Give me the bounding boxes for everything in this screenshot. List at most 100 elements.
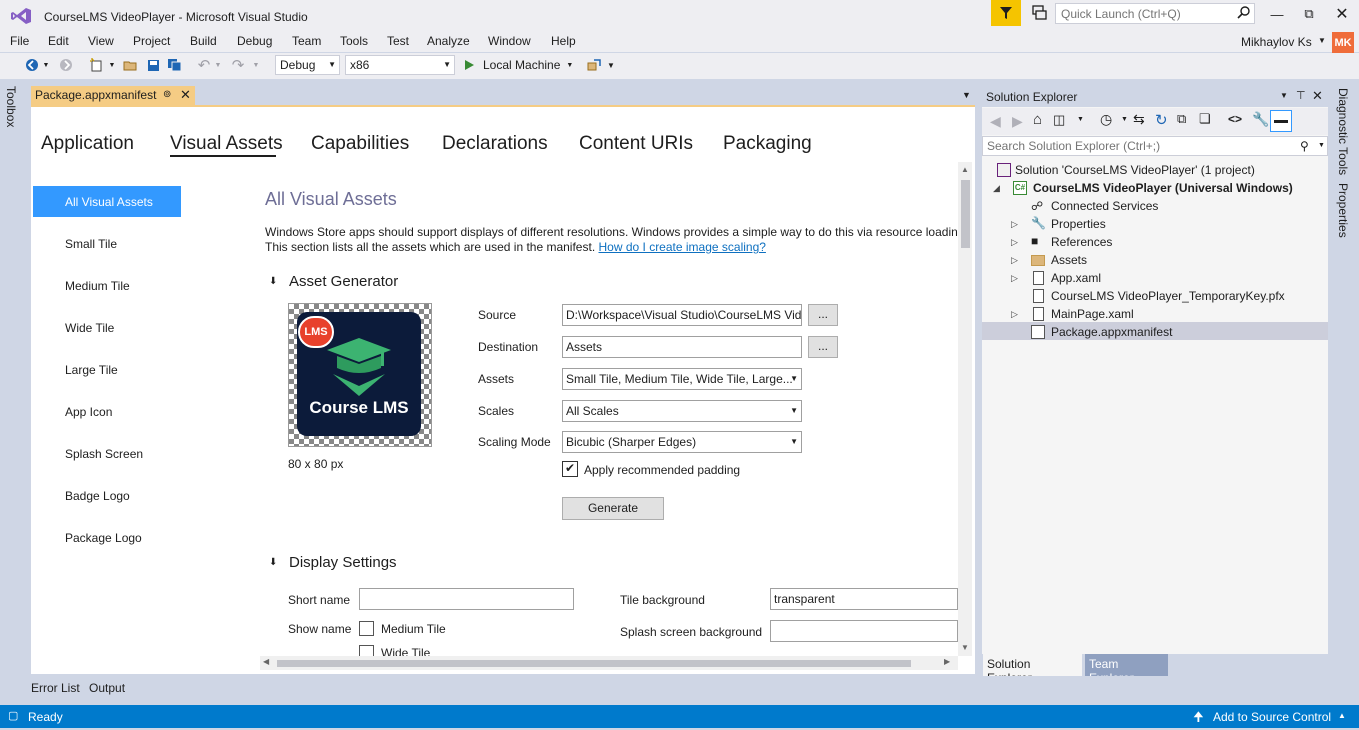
save-icon[interactable]: [145, 56, 161, 74]
new-dropdown-icon[interactable]: ▼: [108, 56, 116, 74]
collapsed-arrow-icon[interactable]: ▷: [1011, 237, 1018, 248]
nav-medium-tile[interactable]: Medium Tile: [65, 279, 130, 293]
scaling-mode-select[interactable]: Bicubic (Sharper Edges) ▼: [562, 431, 802, 453]
view-code-icon[interactable]: <>: [1228, 112, 1242, 126]
open-file-icon[interactable]: [122, 56, 138, 74]
tree-item-package-manifest[interactable]: Package.appxmanifest: [1051, 325, 1172, 339]
image-scaling-help-link[interactable]: How do I create image scaling?: [599, 240, 766, 254]
browser-link-icon[interactable]: [586, 56, 602, 74]
chevron-down-icon[interactable]: ▼: [1318, 142, 1325, 149]
nav-package-logo[interactable]: Package Logo: [65, 531, 142, 545]
undo-icon[interactable]: ↶: [196, 56, 212, 74]
pin-icon[interactable]: ⊚: [163, 89, 171, 100]
collapse-chevron-icon[interactable]: ⬇: [269, 557, 277, 568]
toolbox-tab[interactable]: Toolbox: [4, 86, 18, 127]
search-icon[interactable]: ⚲: [1300, 139, 1309, 153]
chevron-down-icon[interactable]: ▼: [1077, 116, 1084, 123]
redo-icon[interactable]: ↷: [230, 56, 246, 74]
minimize-button[interactable]: —: [1262, 2, 1292, 26]
solution-search-input[interactable]: [982, 136, 1328, 156]
tile-background-input[interactable]: transparent: [770, 588, 958, 610]
tree-item-app-xaml[interactable]: App.xaml: [1051, 271, 1101, 285]
undo-dropdown-icon[interactable]: ▼: [214, 56, 222, 74]
padding-checkbox[interactable]: ✔: [562, 461, 578, 477]
properties-wrench-icon[interactable]: 🔧: [1252, 111, 1269, 128]
menu-help[interactable]: Help: [551, 34, 576, 48]
menu-team[interactable]: Team: [292, 34, 321, 48]
chevron-down-icon[interactable]: ▼: [962, 90, 971, 100]
menu-build[interactable]: Build: [190, 34, 217, 48]
source-field[interactable]: D:\Workspace\Visual Studio\CourseLMS Vid…: [562, 304, 802, 326]
pin-icon[interactable]: ⊤: [1296, 89, 1306, 102]
chevron-down-icon[interactable]: ▼: [1280, 91, 1288, 100]
chevron-down-icon[interactable]: ▼: [1121, 116, 1128, 123]
tab-visual-assets[interactable]: Visual Assets: [170, 133, 283, 155]
back-dropdown-icon[interactable]: ▼: [42, 56, 50, 74]
close-icon[interactable]: ✕: [1312, 88, 1323, 104]
horizontal-scroll-thumb[interactable]: [277, 660, 911, 667]
preview-selected-items-button[interactable]: [1270, 110, 1292, 132]
tree-item-temporary-key[interactable]: CourseLMS VideoPlayer_TemporaryKey.pfx: [1051, 289, 1285, 303]
tree-item-properties[interactable]: Properties: [1051, 217, 1106, 231]
expanded-arrow-icon[interactable]: ◢: [993, 183, 1000, 194]
scroll-left-icon[interactable]: ◀: [263, 657, 269, 666]
scroll-right-icon[interactable]: ▶: [944, 657, 950, 666]
splash-background-input[interactable]: [770, 620, 958, 642]
properties-tab[interactable]: Properties: [1336, 183, 1350, 238]
back-icon[interactable]: ◀: [990, 113, 1001, 130]
vertical-scroll-thumb[interactable]: [961, 180, 970, 248]
tree-item-mainpage-xaml[interactable]: MainPage.xaml: [1051, 307, 1134, 321]
notifications-filter-button[interactable]: [991, 0, 1021, 26]
tab-application[interactable]: Application: [41, 133, 134, 155]
refresh-icon[interactable]: ↻: [1155, 111, 1168, 129]
tree-item-project[interactable]: CourseLMS VideoPlayer (Universal Windows…: [1033, 181, 1293, 195]
menu-test[interactable]: Test: [387, 34, 409, 48]
switch-views-icon[interactable]: ◫: [1053, 112, 1065, 128]
generate-button[interactable]: Generate: [562, 497, 664, 520]
assets-select[interactable]: Small Tile, Medium Tile, Wide Tile, Larg…: [562, 368, 802, 390]
tab-solution-explorer[interactable]: Solution Explorer: [983, 654, 1082, 685]
search-icon[interactable]: [1237, 5, 1251, 19]
forward-icon[interactable]: [58, 56, 74, 74]
menu-view[interactable]: View: [88, 34, 114, 48]
destination-field[interactable]: Assets: [562, 336, 802, 358]
quick-launch-input[interactable]: [1055, 3, 1255, 24]
medium-tile-checkbox[interactable]: [359, 621, 374, 636]
nav-badge-logo[interactable]: Badge Logo: [65, 489, 130, 503]
tab-error-list[interactable]: Error List: [31, 681, 80, 695]
close-button[interactable]: ✕: [1327, 2, 1357, 26]
tab-output[interactable]: Output: [89, 681, 125, 695]
chevron-up-icon[interactable]: ▲: [1338, 711, 1346, 720]
tab-capabilities[interactable]: Capabilities: [311, 133, 409, 155]
menu-edit[interactable]: Edit: [48, 34, 69, 48]
new-project-icon[interactable]: [88, 56, 104, 74]
feedback-icon[interactable]: [1030, 4, 1048, 22]
add-to-source-control-button[interactable]: Add to Source Control: [1213, 710, 1331, 724]
toolbar-overflow-icon[interactable]: ▼: [606, 56, 616, 74]
menu-debug[interactable]: Debug: [237, 34, 272, 48]
nav-large-tile[interactable]: Large Tile: [65, 363, 118, 377]
menu-tools[interactable]: Tools: [340, 34, 368, 48]
avatar[interactable]: MK: [1332, 32, 1354, 54]
sync-icon[interactable]: ⇆: [1133, 111, 1145, 128]
forward-icon[interactable]: ▶: [1012, 113, 1023, 130]
collapsed-arrow-icon[interactable]: ▷: [1011, 219, 1018, 230]
tab-declarations[interactable]: Declarations: [442, 133, 548, 155]
solution-platform-select[interactable]: x86 ▼: [345, 55, 455, 75]
destination-browse-button[interactable]: ...: [808, 336, 838, 358]
show-all-files-icon[interactable]: ❏: [1199, 111, 1211, 127]
nav-wide-tile[interactable]: Wide Tile: [65, 321, 114, 335]
menu-file[interactable]: File: [10, 34, 29, 48]
source-browse-button[interactable]: ...: [808, 304, 838, 326]
pending-changes-filter-icon[interactable]: ◷: [1100, 111, 1112, 128]
collapsed-arrow-icon[interactable]: ▷: [1011, 309, 1018, 320]
tree-item-references[interactable]: References: [1051, 235, 1112, 249]
tab-content-uris[interactable]: Content URIs: [579, 133, 693, 155]
collapse-all-icon[interactable]: ⧉: [1177, 111, 1186, 127]
tree-item-connected-services[interactable]: Connected Services: [1051, 199, 1158, 213]
nav-splash-screen[interactable]: Splash Screen: [65, 447, 143, 461]
save-all-icon[interactable]: [166, 56, 182, 74]
close-icon[interactable]: ✕: [180, 87, 191, 103]
collapse-chevron-icon[interactable]: ⬇: [269, 276, 277, 287]
menu-project[interactable]: Project: [133, 34, 170, 48]
